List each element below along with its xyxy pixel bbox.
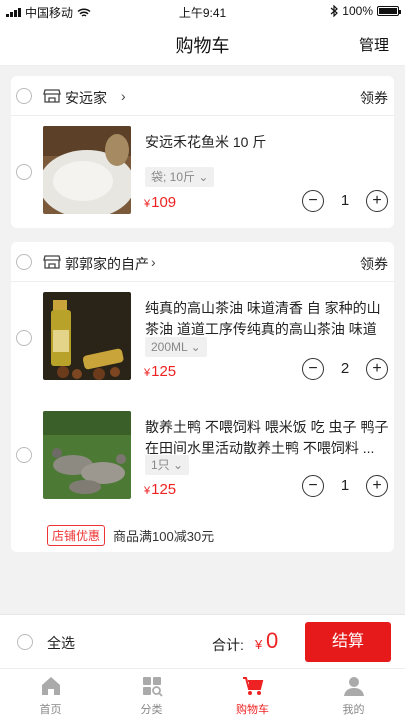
battery-percent: 100%	[342, 4, 373, 18]
coupon-button[interactable]: 领券	[360, 254, 388, 274]
tab-category[interactable]: 分类	[101, 669, 202, 720]
store-select-radio[interactable]	[16, 254, 32, 270]
chevron-right-icon[interactable]: ›	[151, 254, 156, 270]
plus-button[interactable]: +	[366, 190, 388, 212]
store-icon	[43, 255, 61, 269]
tab-cart[interactable]: 购物车	[202, 669, 303, 720]
cart-item: 散养土鸭 不喂饲料 喂米饭 吃 虫子 鸭子在田间水里活动散养土鸭 不喂饲料 ..…	[11, 411, 394, 501]
checkout-button[interactable]: 结算	[305, 622, 391, 662]
tab-home[interactable]: 首页	[0, 669, 101, 720]
store-select-radio[interactable]	[16, 88, 32, 104]
product-title[interactable]: 散养土鸭 不喂饲料 喂米饭 吃 虫子 鸭子在田间水里活动散养土鸭 不喂饲料 ..…	[145, 417, 390, 459]
currency-symbol: ¥	[144, 198, 151, 210]
tab-label: 我的	[342, 704, 365, 716]
product-image-tea-oil[interactable]	[43, 292, 131, 380]
item-select-radio[interactable]	[16, 330, 32, 346]
minus-button[interactable]: −	[302, 190, 324, 212]
select-all-label[interactable]: 全选	[47, 633, 75, 653]
promo-badge: 店铺优惠	[47, 525, 106, 546]
tab-label: 首页	[39, 704, 62, 716]
price-value: 125	[151, 481, 177, 498]
select-all-radio[interactable]	[17, 634, 33, 650]
category-icon	[143, 677, 163, 697]
home-icon	[42, 677, 60, 695]
price-value: 109	[151, 194, 177, 211]
plus-button[interactable]: +	[366, 475, 388, 497]
product-price: ¥125	[144, 363, 176, 380]
quantity-stepper: − 1 +	[302, 475, 388, 497]
promo-text: 商品满100减30元	[113, 529, 215, 544]
quantity-stepper: − 1 +	[302, 190, 388, 212]
store-name[interactable]: 安远家	[65, 88, 107, 108]
tab-bar: 首页 分类 购物车 我的	[0, 668, 405, 720]
store-card: 郭郭家的自产 › 领券 纯真的高山茶油 味道清香 自 家种的山茶油 道道工序传纯…	[11, 242, 394, 552]
tab-label: 购物车	[236, 704, 269, 716]
nav-bar: 购物车 管理	[0, 22, 405, 66]
chevron-down-icon: ⌄	[190, 340, 201, 354]
store-promo: 店铺优惠 商品满100减30元	[47, 525, 214, 546]
product-title[interactable]: 安远禾花鱼米 10 斤	[145, 132, 390, 153]
minus-button[interactable]: −	[302, 475, 324, 497]
total-currency: ¥	[255, 637, 263, 652]
product-title[interactable]: 纯真的高山茶油 味道清香 自 家种的山茶油 道道工序传纯真的高山茶油 味道清..…	[145, 298, 390, 340]
tab-profile[interactable]: 我的	[303, 669, 404, 720]
page-title: 购物车	[175, 36, 230, 56]
plus-button[interactable]: +	[366, 358, 388, 380]
product-price: ¥125	[144, 481, 176, 498]
minus-button[interactable]: −	[302, 358, 324, 380]
chevron-right-icon[interactable]: ›	[121, 88, 126, 104]
currency-symbol: ¥	[144, 367, 151, 379]
spec-selector[interactable]: 200ML ⌄	[145, 337, 207, 357]
status-bar: 中国移动 上午9:41 100%	[0, 0, 405, 22]
total-amount: 0	[266, 628, 279, 653]
store-icon	[43, 89, 61, 103]
price-value: 125	[151, 363, 177, 380]
store-header: 郭郭家的自产 › 领券	[11, 242, 394, 282]
quantity-stepper: − 2 +	[302, 358, 388, 380]
tab-label: 分类	[140, 704, 163, 716]
manage-button[interactable]: 管理	[359, 34, 389, 55]
currency-symbol: ¥	[144, 485, 151, 497]
product-image-duck[interactable]	[43, 411, 131, 499]
total-label: 合计:	[212, 637, 244, 653]
spec-label: 200ML	[151, 340, 188, 354]
profile-icon	[344, 677, 364, 696]
spec-selector[interactable]: 袋; 10斤 ⌄	[145, 167, 215, 187]
cart-icon	[243, 677, 264, 695]
status-right: 100%	[330, 4, 401, 18]
product-image-rice[interactable]	[43, 126, 131, 214]
battery-icon	[377, 6, 401, 16]
item-select-radio[interactable]	[16, 164, 32, 180]
item-select-radio[interactable]	[16, 447, 32, 463]
store-name[interactable]: 郭郭家的自产	[65, 254, 149, 274]
chevron-down-icon: ⌄	[173, 458, 184, 472]
spec-label: 袋; 10斤	[151, 170, 196, 184]
quantity-value: 1	[340, 477, 350, 494]
store-header: 安远家 › 领券	[11, 76, 394, 116]
product-price: ¥109	[144, 194, 176, 211]
quantity-value: 2	[340, 360, 350, 377]
checkout-bar: 全选 合计: ¥ 0 结算	[0, 614, 405, 668]
cart-item: 纯真的高山茶油 味道清香 自 家种的山茶油 道道工序传纯真的高山茶油 味道清..…	[11, 292, 394, 382]
cart-item: 安远禾花鱼米 10 斤 袋; 10斤 ⌄ ¥109 − 1 +	[11, 126, 394, 216]
coupon-button[interactable]: 领券	[360, 88, 388, 108]
quantity-value: 1	[340, 192, 350, 209]
spec-selector[interactable]: 1只 ⌄	[145, 455, 190, 475]
chevron-down-icon: ⌄	[198, 170, 209, 184]
bluetooth-icon	[330, 5, 339, 17]
store-card: 安远家 › 领券 安远禾花鱼米 10 斤 袋; 10斤 ⌄ ¥109 − 1 +	[11, 76, 394, 228]
spec-label: 1只	[151, 458, 170, 472]
